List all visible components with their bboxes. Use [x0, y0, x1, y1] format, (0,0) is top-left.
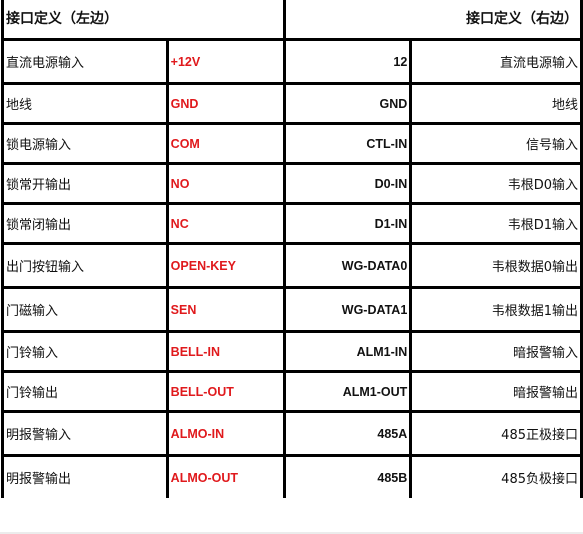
right-description-cell: 韦根数据0输出: [409, 242, 583, 289]
left-pin-cell: ALMO-IN: [165, 410, 286, 457]
left-pin-cell: NO: [165, 162, 286, 205]
right-pin-cell: D1-IN: [282, 202, 413, 245]
table-row: 锁常开输出 NO D0-IN 韦根D0输入: [1, 162, 583, 205]
left-pin-cell: COM: [165, 122, 286, 165]
right-description-cell: 韦根D0输入: [409, 162, 583, 205]
left-pin-cell: NC: [165, 202, 286, 245]
right-pin-cell: 485A: [282, 410, 413, 457]
right-pin-cell: WG-DATA1: [282, 286, 413, 333]
right-pin-cell: ALM1-OUT: [282, 370, 413, 413]
left-pin-cell: BELL-IN: [165, 330, 286, 373]
right-pin-cell: 12: [282, 38, 413, 85]
right-description-cell: 暗报警输入: [409, 330, 583, 373]
right-description-cell: 485负极接口: [409, 454, 583, 498]
table-row: 锁常闭输出 NC D1-IN 韦根D1输入: [1, 202, 583, 245]
right-pin-cell: D0-IN: [282, 162, 413, 205]
left-description-cell: 明报警输出: [1, 454, 169, 498]
interface-definition-table: 接口定义（左边） 接口定义（右边） 直流电源输入 +12V 12 直流电源输入 …: [1, 0, 583, 498]
table-row: 锁电源输入 COM CTL-IN 信号输入: [1, 122, 583, 165]
left-description-cell: 出门按钮输入: [1, 242, 169, 289]
right-description-cell: 暗报警输出: [409, 370, 583, 413]
right-pin-cell: CTL-IN: [282, 122, 413, 165]
right-description-cell: 485正极接口: [409, 410, 583, 457]
right-pin-cell: GND: [282, 82, 413, 125]
table-row: 直流电源输入 +12V 12 直流电源输入: [1, 38, 583, 85]
table-row: 明报警输出 ALMO-OUT 485B 485负极接口: [1, 454, 583, 498]
table-row: 明报警输入 ALMO-IN 485A 485正极接口: [1, 410, 583, 457]
table-header-row: 接口定义（左边） 接口定义（右边）: [1, 0, 583, 41]
table-row: 门磁输入 SEN WG-DATA1 韦根数据1输出: [1, 286, 583, 333]
left-pin-cell: BELL-OUT: [165, 370, 286, 413]
left-pin-cell: SEN: [165, 286, 286, 333]
right-pin-cell: 485B: [282, 454, 413, 498]
right-header-cell: 接口定义（右边）: [282, 0, 583, 41]
left-header-title: 接口定义（左边）: [6, 11, 118, 27]
left-description-cell: 门铃输入: [1, 330, 169, 373]
right-description-cell: 直流电源输入: [409, 38, 583, 85]
left-description-cell: 地线: [1, 82, 169, 125]
left-pin-cell: OPEN-KEY: [165, 242, 286, 289]
right-pin-cell: ALM1-IN: [282, 330, 413, 373]
left-description-cell: 直流电源输入: [1, 38, 169, 85]
right-description-cell: 信号输入: [409, 122, 583, 165]
left-description-cell: 锁电源输入: [1, 122, 169, 165]
left-description-cell: 锁常开输出: [1, 162, 169, 205]
table-row: 地线 GND GND 地线: [1, 82, 583, 125]
right-description-cell: 韦根D1输入: [409, 202, 583, 245]
left-pin-cell: ALMO-OUT: [165, 454, 286, 498]
left-description-cell: 明报警输入: [1, 410, 169, 457]
right-description-cell: 韦根数据1输出: [409, 286, 583, 333]
left-description-cell: 门铃输出: [1, 370, 169, 413]
left-pin-cell: GND: [165, 82, 286, 125]
left-description-cell: 门磁输入: [1, 286, 169, 333]
table-row: 出门按钮输入 OPEN-KEY WG-DATA0 韦根数据0输出: [1, 242, 583, 289]
left-pin-cell: +12V: [165, 38, 286, 85]
table-body: 直流电源输入 +12V 12 直流电源输入 地线 GND GND 地线 锁电源输…: [1, 38, 583, 498]
left-description-cell: 锁常闭输出: [1, 202, 169, 245]
table-row: 门铃输出 BELL-OUT ALM1-OUT 暗报警输出: [1, 370, 583, 413]
table-row: 门铃输入 BELL-IN ALM1-IN 暗报警输入: [1, 330, 583, 373]
left-header-cell: 接口定义（左边）: [1, 0, 286, 41]
right-header-title: 接口定义（右边）: [466, 11, 578, 27]
right-pin-cell: WG-DATA0: [282, 242, 413, 289]
right-description-cell: 地线: [409, 82, 583, 125]
